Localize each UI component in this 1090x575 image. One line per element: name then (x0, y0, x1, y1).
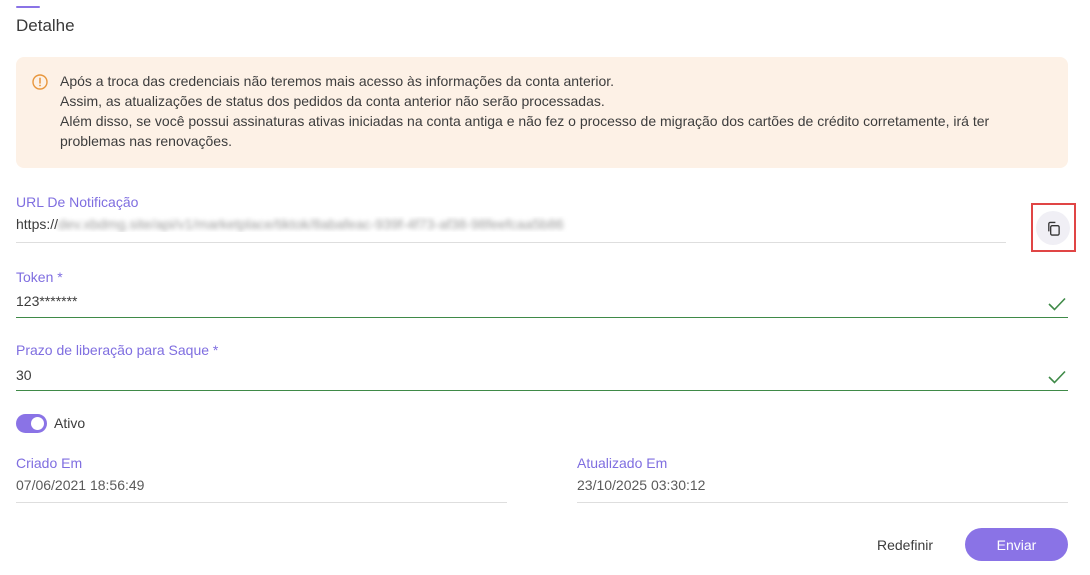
active-tab-indicator (16, 6, 40, 8)
created-at-label: Criado Em (16, 455, 83, 471)
copy-icon (1047, 221, 1060, 236)
notification-url-label: URL De Notificação (16, 194, 139, 210)
withdrawal-period-input[interactable]: 30 (16, 367, 1026, 383)
active-toggle[interactable] (16, 414, 47, 433)
notification-url-field[interactable]: https://dev.xbdmg.site/api/v1/marketplac… (16, 216, 1006, 232)
submit-button[interactable]: Enviar (965, 528, 1068, 561)
alert-line: Além disso, se você possui assinaturas a… (60, 113, 990, 149)
updated-at-value: 23/10/2025 03:30:12 (577, 477, 706, 493)
notification-url-underline (16, 242, 1006, 243)
withdrawal-period-underline (16, 390, 1068, 391)
toggle-knob (31, 417, 44, 430)
token-label: Token * (16, 269, 63, 285)
updated-at-label: Atualizado Em (577, 455, 668, 471)
section-title: Detalhe (16, 16, 75, 35)
check-icon (1048, 297, 1066, 311)
token-input[interactable]: 123******* (16, 293, 1026, 309)
alert-message: Após a troca das credenciais não teremos… (60, 71, 1020, 151)
created-at-value: 07/06/2021 18:56:49 (16, 477, 145, 493)
notification-url-prefix: https:// (16, 216, 59, 232)
copy-url-button[interactable] (1036, 211, 1070, 245)
check-icon (1048, 370, 1066, 384)
alert-line: Após a troca das credenciais não teremos… (60, 73, 615, 89)
warning-alert: Após a troca das credenciais não teremos… (16, 57, 1068, 168)
token-underline (16, 317, 1068, 318)
withdrawal-period-label: Prazo de liberação para Saque * (16, 342, 219, 358)
reset-button[interactable]: Redefinir (864, 528, 946, 561)
warning-circle-icon (32, 74, 48, 90)
alert-line: Assim, as atualizações de status dos ped… (60, 93, 605, 109)
active-toggle-label: Ativo (54, 415, 86, 431)
notification-url-redacted: dev.xbdmg.site/api/v1/marketplace/tiktok… (58, 216, 564, 232)
updated-at-underline (577, 502, 1068, 503)
created-at-underline (16, 502, 507, 503)
